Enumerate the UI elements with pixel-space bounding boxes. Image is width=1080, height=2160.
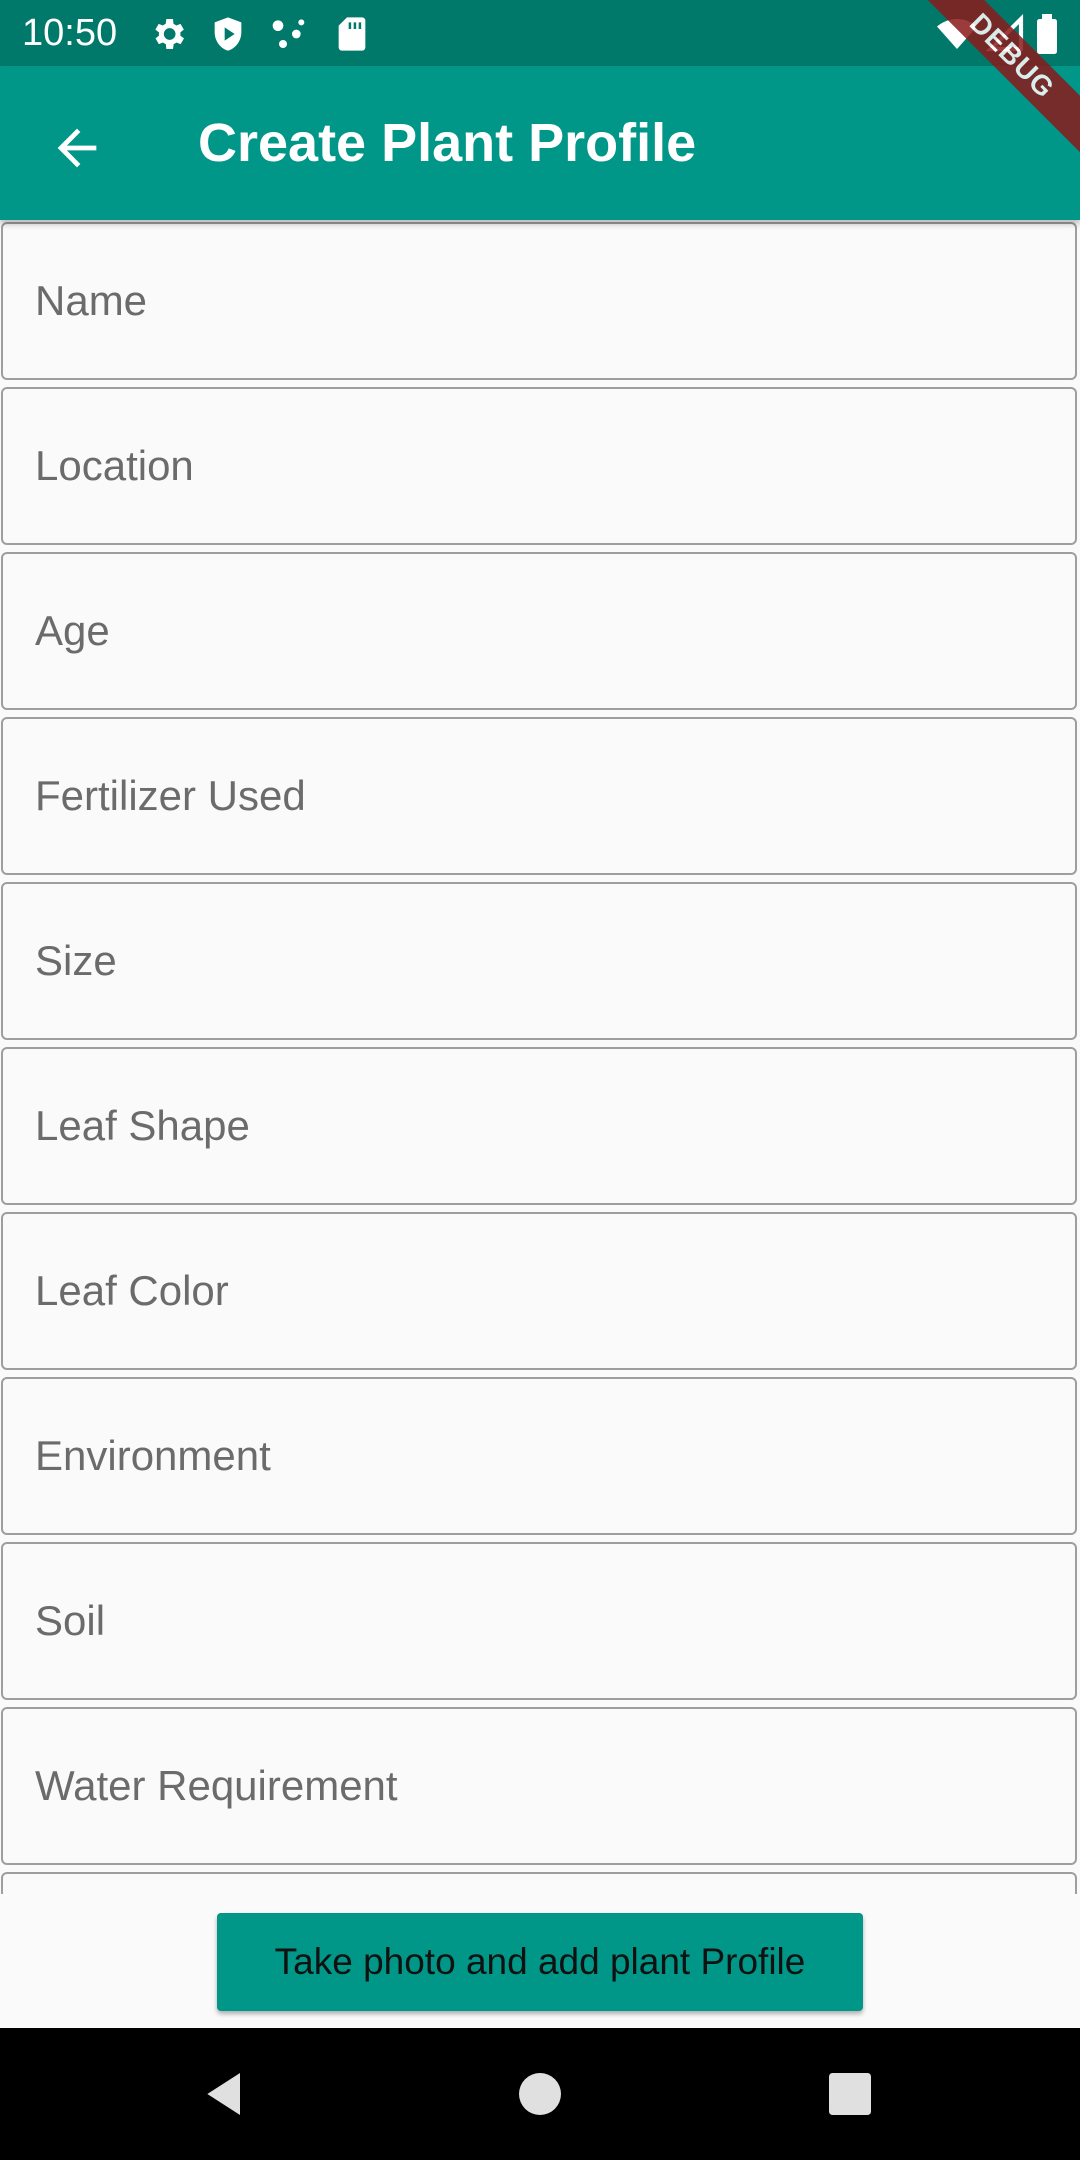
age-field[interactable] xyxy=(3,554,1075,708)
next-field-container xyxy=(1,1872,1077,1894)
water-requirement-field[interactable] xyxy=(3,1709,1075,1863)
back-button[interactable] xyxy=(38,109,116,187)
name-field-container xyxy=(1,222,1077,380)
location-field[interactable] xyxy=(3,389,1075,543)
next-field[interactable] xyxy=(3,1874,1075,1894)
environment-field-container xyxy=(1,1377,1077,1535)
leaf-color-field-container xyxy=(1,1212,1077,1370)
settings-icon xyxy=(148,14,188,54)
screen: 10:50 Create Plant Profile DEBUG Name Lo… xyxy=(0,0,1080,2160)
plant-profile-form xyxy=(0,220,1080,1894)
soil-field-container xyxy=(1,1542,1077,1700)
status-time: 10:50 xyxy=(22,12,118,54)
recents-square-icon[interactable] xyxy=(822,2066,878,2122)
page-title: Create Plant Profile xyxy=(198,113,697,173)
name-field[interactable] xyxy=(3,224,1075,378)
size-field[interactable] xyxy=(3,884,1075,1038)
fertilizer-used-field-container xyxy=(1,717,1077,875)
sd-card-icon xyxy=(332,14,372,54)
action-area: Take photo and add plant Profile xyxy=(0,1894,1080,2028)
water-requirement-field-container xyxy=(1,1707,1077,1865)
back-triangle-icon[interactable] xyxy=(198,2066,254,2122)
battery-icon xyxy=(1032,14,1062,54)
leaf-shape-field[interactable] xyxy=(3,1049,1075,1203)
app-bar: Create Plant Profile xyxy=(0,66,1080,220)
soil-field[interactable] xyxy=(3,1544,1075,1698)
environment-field[interactable] xyxy=(3,1379,1075,1533)
status-bar: 10:50 xyxy=(0,0,1080,66)
share-dots-icon xyxy=(268,14,308,54)
leaf-shape-field-container xyxy=(1,1047,1077,1205)
size-field-container xyxy=(1,882,1077,1040)
leaf-color-field[interactable] xyxy=(3,1214,1075,1368)
system-nav-bar xyxy=(0,2028,1080,2160)
take-photo-add-profile-button[interactable]: Take photo and add plant Profile xyxy=(217,1913,863,2011)
arrow-back-icon xyxy=(57,128,97,168)
home-circle-icon[interactable] xyxy=(512,2066,568,2122)
fertilizer-used-field[interactable] xyxy=(3,719,1075,873)
location-field-container xyxy=(1,387,1077,545)
shield-icon xyxy=(208,14,248,54)
age-field-container xyxy=(1,552,1077,710)
